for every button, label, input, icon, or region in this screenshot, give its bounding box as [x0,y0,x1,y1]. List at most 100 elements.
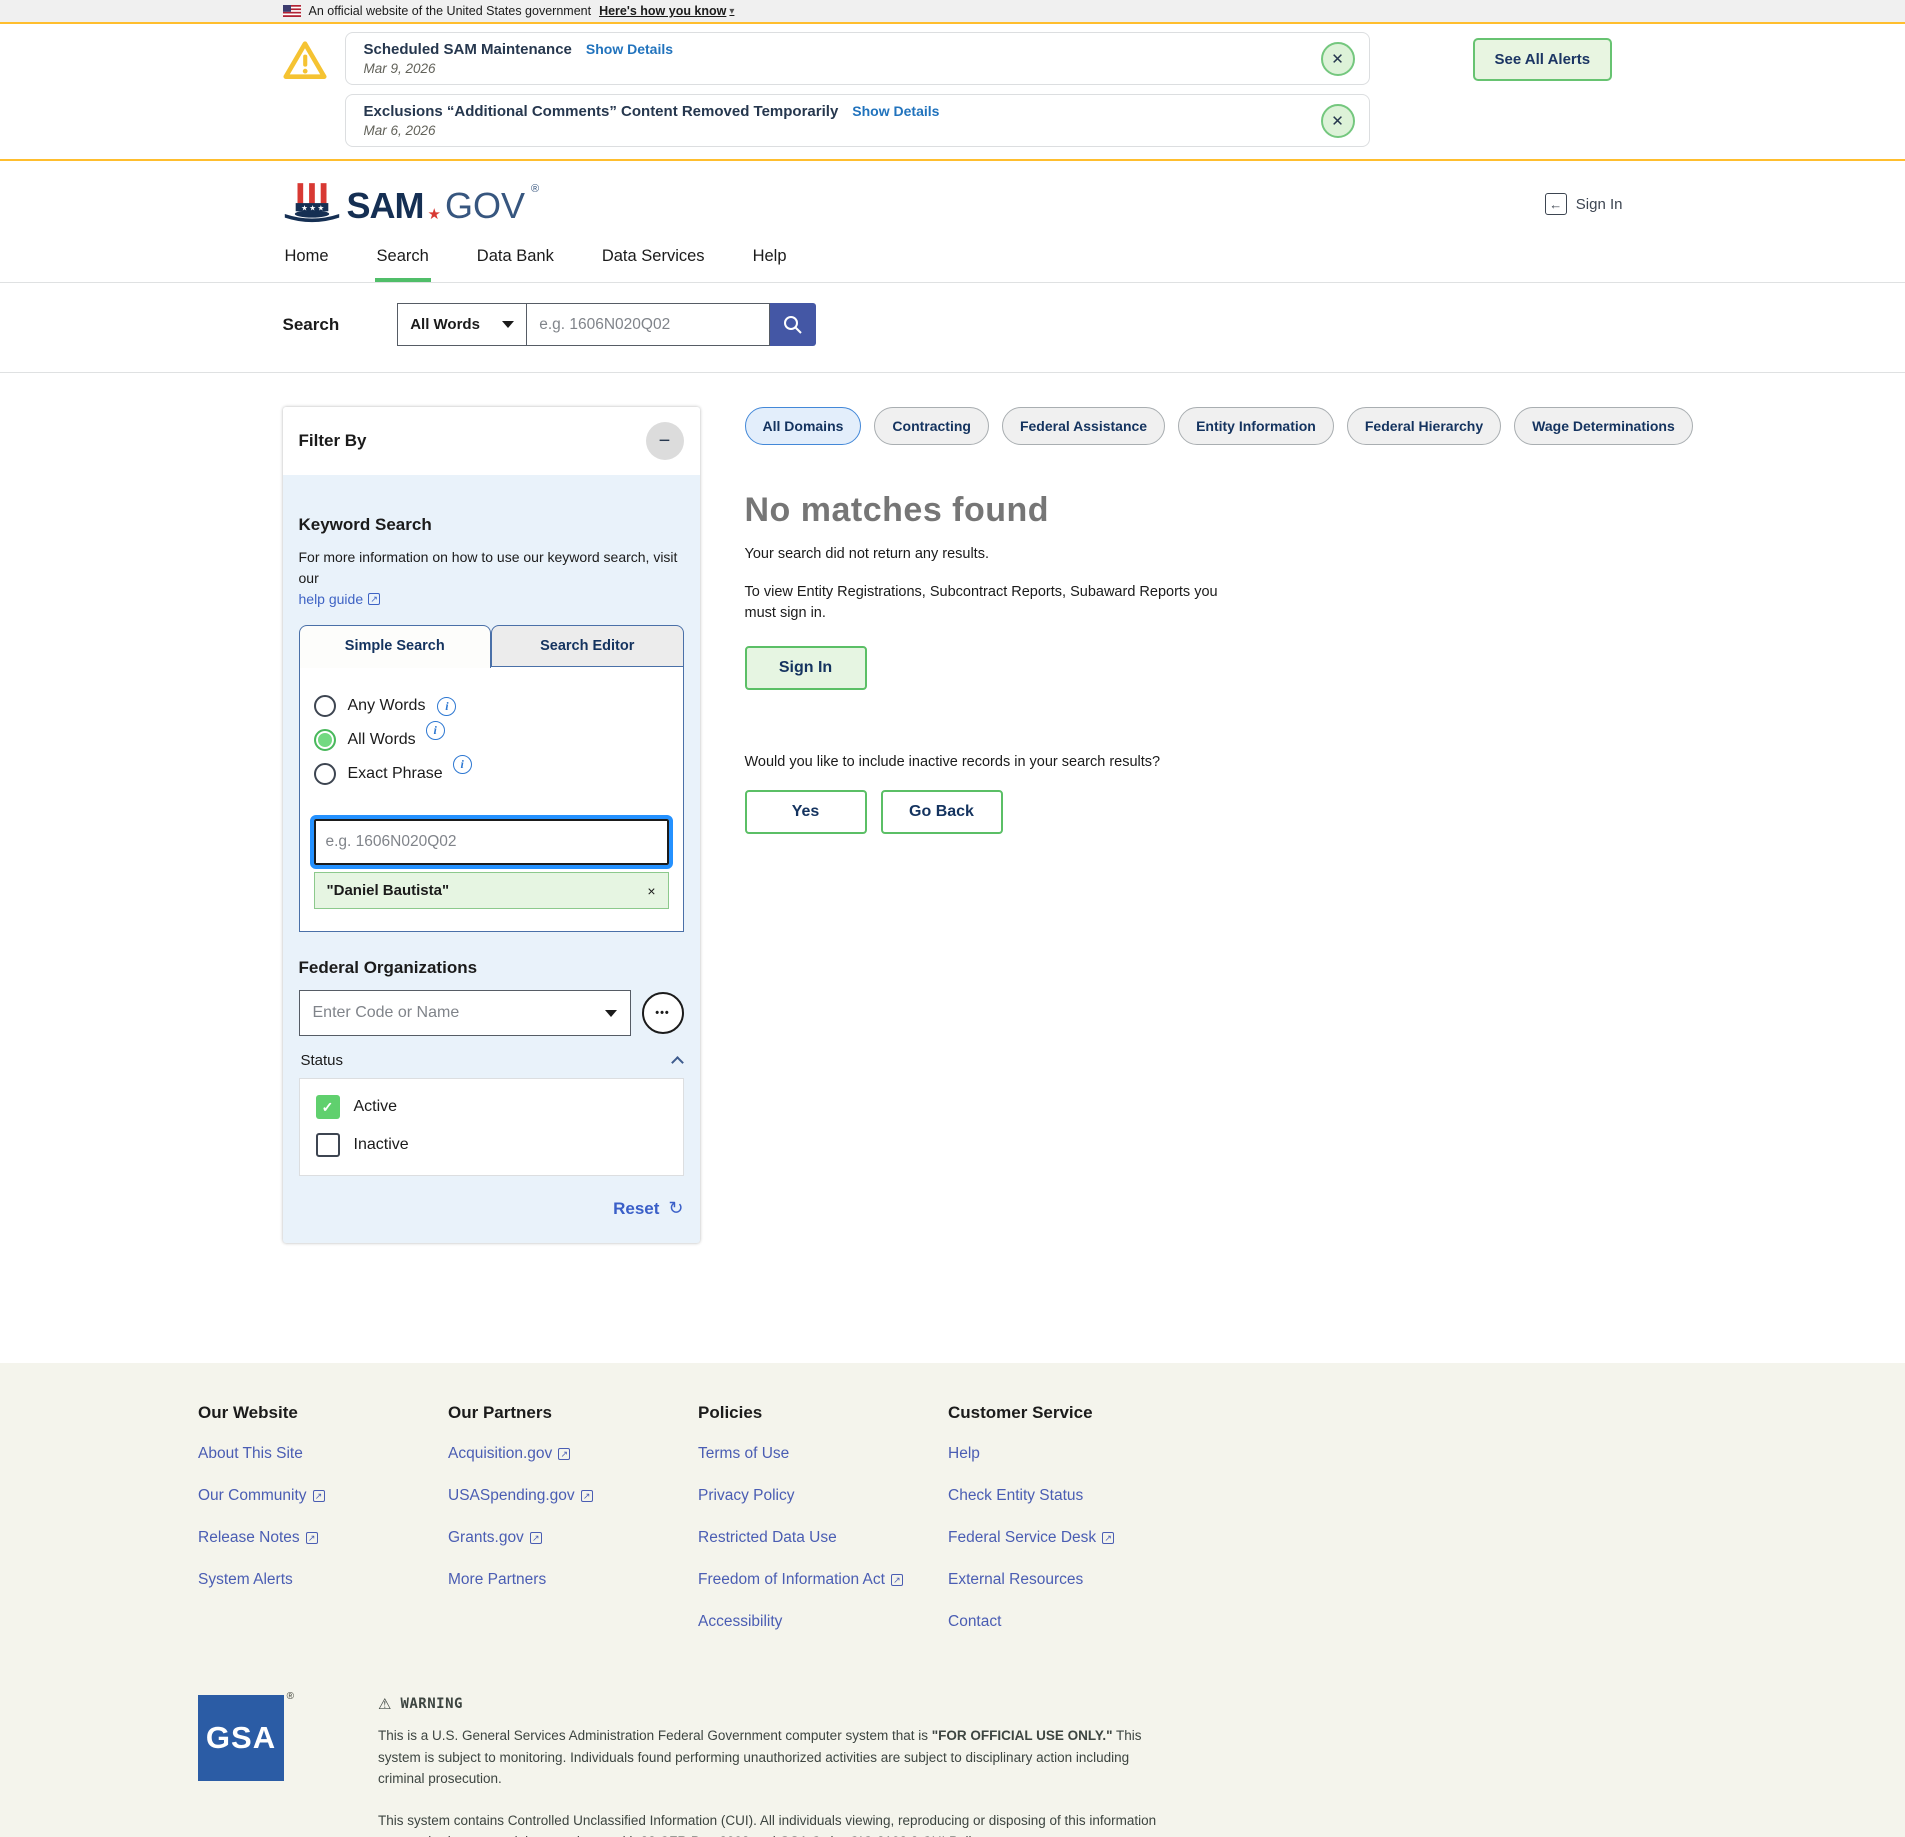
alert-list: Scheduled SAM Maintenance Show Details M… [345,32,1370,147]
domain-tabs: All Domains Contracting Federal Assistan… [745,407,1693,445]
sam-gov-search-page: An official website of the United States… [0,0,1905,1837]
search-icon [782,314,804,336]
tab-simple-search[interactable]: Simple Search [299,625,492,668]
nav-item-data-services[interactable]: Data Services [600,237,707,282]
sign-in-required-message: To view Entity Registrations, Subcontrac… [745,582,1245,624]
radio-exact-phrase[interactable] [314,763,336,785]
footer-link-acquisition-gov[interactable]: Acquisition.gov↗ [448,1445,698,1463]
site-footer: Our Website About This Site Our Communit… [0,1363,1905,1837]
footer-heading: Our Website [198,1403,448,1423]
footer-link-grants-gov[interactable]: Grants.gov↗ [448,1529,698,1547]
domain-tab-all-domains[interactable]: All Domains [745,407,862,445]
go-back-button[interactable]: Go Back [881,790,1003,834]
reset-filters-link[interactable]: Reset ↻ [299,1198,684,1219]
footer-link-foia[interactable]: Freedom of Information Act↗ [698,1571,948,1589]
footer-link-our-community[interactable]: Our Community↗ [198,1487,448,1505]
info-icon[interactable]: i [453,755,472,774]
filter-by-title: Filter By [299,431,367,451]
nav-item-home[interactable]: Home [283,237,331,282]
footer-link-external-resources[interactable]: External Resources [948,1571,1198,1589]
collapse-filters-button[interactable]: − [646,422,684,460]
include-inactive-question: Would you like to include inactive recor… [745,754,1693,770]
domain-tab-contracting[interactable]: Contracting [874,407,989,445]
chevron-up-icon [671,1056,684,1069]
footer-column-our-partners: Our Partners Acquisition.gov↗ USASpendin… [448,1403,698,1655]
warning-paragraph-2: This system contains Controlled Unclassi… [378,1810,1178,1837]
info-icon[interactable]: i [437,697,456,716]
footer-link-help[interactable]: Help [948,1445,1198,1463]
help-guide-link[interactable]: help guide ↗ [299,591,381,607]
warning-block: ⚠ WARNING This is a U.S. General Service… [378,1695,1178,1837]
search-mode-select[interactable]: All Words [397,303,527,346]
footer-link-federal-service-desk[interactable]: Federal Service Desk↗ [948,1529,1198,1547]
close-alert-button[interactable]: ✕ [1321,42,1355,76]
footer-link-usaspending-gov[interactable]: USASpending.gov↗ [448,1487,698,1505]
radio-all-words[interactable] [314,729,336,751]
alert-show-details-link[interactable]: Show Details [852,103,939,119]
close-icon: ✕ [1331,112,1344,130]
warning-outline-icon: ⚠ [378,1695,391,1713]
sam-gov-logo[interactable]: ★★★ SAM ★ GOV ® [283,181,540,227]
main-nav: Home Search Data Bank Data Services Help [0,237,1905,283]
external-link-icon: ↗ [313,1490,325,1502]
footer-link-terms-of-use[interactable]: Terms of Use [698,1445,948,1463]
footer-link-about-this-site[interactable]: About This Site [198,1445,448,1463]
uncle-sam-hat-icon: ★★★ [283,181,341,227]
domain-tab-federal-hierarchy[interactable]: Federal Hierarchy [1347,407,1501,445]
close-alert-button[interactable]: ✕ [1321,104,1355,138]
external-link-icon: ↗ [530,1532,542,1544]
nav-item-help[interactable]: Help [751,237,789,282]
remove-chip-icon[interactable]: × [647,883,655,899]
external-link-icon: ↗ [368,593,380,605]
nav-item-search[interactable]: Search [375,237,431,282]
footer-link-contact[interactable]: Contact [948,1613,1198,1631]
checkbox-inactive[interactable] [316,1133,340,1157]
checkbox-label: Inactive [354,1136,409,1154]
external-link-icon: ↗ [306,1532,318,1544]
content-area: Filter By − Keyword Search For more info… [0,373,1905,1363]
footer-link-privacy-policy[interactable]: Privacy Policy [698,1487,948,1505]
info-icon[interactable]: i [426,721,445,740]
footer-heading: Our Partners [448,1403,698,1423]
radio-label: All Words [348,731,416,749]
heres-how-you-know-link[interactable]: Here's how you know▾ [599,4,734,18]
site-header: ★★★ SAM ★ GOV ® ← Sign In [0,161,1905,237]
federal-org-select[interactable]: Enter Code or Name [299,990,631,1036]
external-link-icon: ↗ [558,1448,570,1460]
gsa-logo: GSA ® [198,1695,284,1837]
footer-link-accessibility[interactable]: Accessibility [698,1613,948,1631]
radio-any-words[interactable] [314,695,336,717]
footer-link-release-notes[interactable]: Release Notes↗ [198,1529,448,1547]
alert-card-exclusions: Exclusions “Additional Comments” Content… [345,94,1370,147]
status-options-box: ✓ Active Inactive [299,1078,684,1176]
alert-show-details-link[interactable]: Show Details [586,41,673,57]
keyword-search-input[interactable] [314,819,669,865]
filter-panel: Filter By − Keyword Search For more info… [283,407,700,1243]
domain-tab-federal-assistance[interactable]: Federal Assistance [1002,407,1165,445]
caret-down-icon [502,321,514,328]
federal-organizations-heading: Federal Organizations [299,958,684,978]
footer-link-check-entity-status[interactable]: Check Entity Status [948,1487,1198,1505]
close-icon: ✕ [1331,50,1344,68]
yes-button[interactable]: Yes [745,790,867,834]
domain-tab-entity-information[interactable]: Entity Information [1178,407,1334,445]
search-submit-button[interactable] [770,303,816,346]
gov-banner: An official website of the United States… [0,0,1905,24]
nav-item-data-bank[interactable]: Data Bank [475,237,556,282]
status-section-header[interactable]: Status [299,1052,684,1069]
alert-date: Mar 9, 2026 [364,61,674,76]
sign-in-link[interactable]: ← Sign In [1545,193,1623,215]
search-input[interactable] [527,303,770,346]
domain-tab-wage-determinations[interactable]: Wage Determinations [1514,407,1693,445]
checkbox-active[interactable]: ✓ [316,1095,340,1119]
footer-link-restricted-data-use[interactable]: Restricted Data Use [698,1529,948,1547]
alert-title: Scheduled SAM Maintenance [364,41,572,58]
footer-link-system-alerts[interactable]: System Alerts [198,1571,448,1589]
sign-in-button[interactable]: Sign In [745,646,867,690]
tab-search-editor[interactable]: Search Editor [491,625,684,667]
footer-link-more-partners[interactable]: More Partners [448,1571,698,1589]
see-all-alerts-button[interactable]: See All Alerts [1473,38,1613,81]
more-options-button[interactable]: ••• [642,992,684,1034]
simple-search-panel: Any Words i All Words i Exact Phrase i [299,667,684,932]
keyword-help-text: For more information on how to use our k… [299,547,684,589]
